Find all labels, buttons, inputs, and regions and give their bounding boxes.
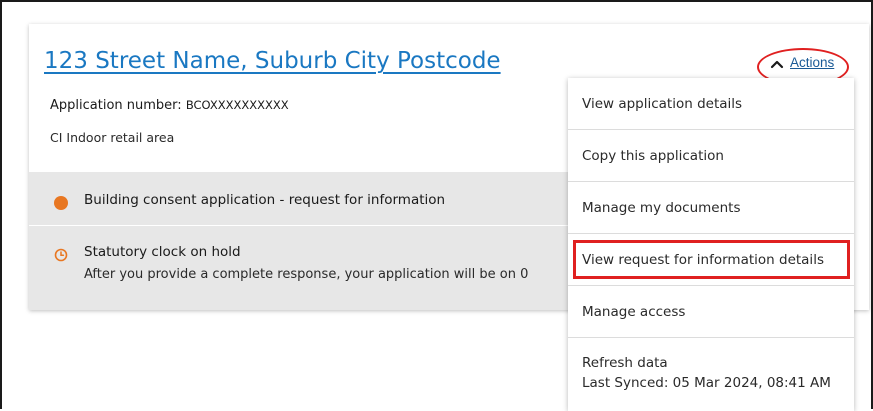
application-number-row: Application number: BCOXXXXXXXXXX <box>50 98 289 113</box>
menu-item-label: Refresh data <box>582 355 668 371</box>
menu-item-manage-documents[interactable]: Manage my documents <box>568 182 854 234</box>
menu-item-label: Manage access <box>582 304 686 320</box>
status-panel: Building consent application - request f… <box>29 172 569 310</box>
menu-item-label: View request for information details <box>582 252 824 268</box>
clock-status-description: After you provide a complete response, y… <box>84 267 529 282</box>
actions-dropdown-menu: View application details Copy this appli… <box>568 78 854 411</box>
status-dot-icon <box>54 196 68 210</box>
menu-item-view-application-details[interactable]: View application details <box>568 78 854 130</box>
clock-icon <box>54 248 68 262</box>
menu-item-copy-application[interactable]: Copy this application <box>568 130 854 182</box>
last-synced-text: Last Synced: 05 Mar 2024, 08:41 AM <box>582 375 831 391</box>
application-description: CI Indoor retail area <box>50 130 175 145</box>
menu-item-label: Copy this application <box>582 148 724 164</box>
application-number-value: BCOXXXXXXXXXX <box>185 98 289 112</box>
menu-item-manage-access[interactable]: Manage access <box>568 286 854 338</box>
menu-item-label: View application details <box>582 96 743 112</box>
menu-item-label: Manage my documents <box>582 200 741 216</box>
application-number-label: Application number: <box>50 98 182 113</box>
screenshot-frame: 123 Street Name, Suburb City Postcode Ap… <box>0 0 873 411</box>
actions-menu-button[interactable]: Actions <box>790 55 834 70</box>
status-divider <box>29 225 569 226</box>
address-link[interactable]: 123 Street Name, Suburb City Postcode <box>44 48 501 74</box>
menu-item-view-rfi-details[interactable]: View request for information details <box>568 234 854 286</box>
menu-item-refresh-data[interactable]: Refresh data Last Synced: 05 Mar 2024, 0… <box>568 338 854 411</box>
chevron-up-icon[interactable] <box>770 59 784 69</box>
clock-status-title: Statutory clock on hold <box>84 244 241 260</box>
status-title: Building consent application - request f… <box>84 192 446 208</box>
